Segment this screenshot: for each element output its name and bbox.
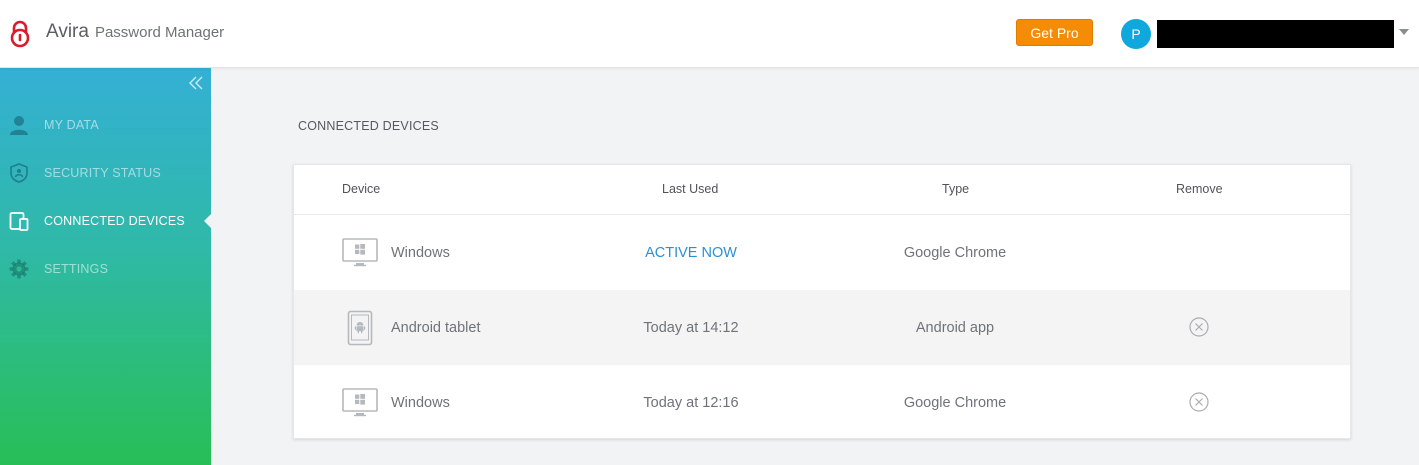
get-pro-button[interactable]: Get Pro [1016,19,1093,46]
redacted-username[interactable] [1157,20,1394,48]
device-type: Google Chrome [903,394,1007,411]
sidebar-item-settings[interactable]: SETTINGS [0,245,211,293]
chevron-down-icon[interactable] [1399,29,1409,35]
devices-table: Device Last Used Type Remove Windows ACT… [293,164,1351,439]
brand-sub: Password Manager [94,24,225,41]
column-header-type: Type [942,182,970,196]
device-name: Windows [391,244,450,261]
monitor-windows-icon [342,215,378,290]
sidebar-item-connected-devices[interactable]: CONNECTED DEVICES [0,197,211,245]
device-type: Google Chrome [903,244,1007,261]
sidebar-item-label: CONNECTED DEVICES [44,214,185,228]
active-indicator [204,214,211,228]
monitor-windows-icon [342,365,378,440]
brand-main: Avira [46,21,89,42]
brand-title: Avira Password Manager [46,21,224,43]
device-name: Windows [391,394,450,411]
sidebar-item-security-status[interactable]: SECURITY STATUS [0,149,211,197]
sidebar-item-label: SECURITY STATUS [44,166,161,180]
sidebar: MY DATA SECURITY STATUS CONNECTED DEVICE… [0,68,211,465]
column-header-last-used: Last Used [662,182,719,196]
sidebar-item-label: MY DATA [44,118,99,132]
device-name: Android tablet [391,319,481,336]
table-row: Android tablet Today at 14:12 Android ap… [294,290,1350,365]
last-used: ACTIVE NOW [645,244,737,261]
devices-icon [9,211,29,231]
top-bar: Avira Password Manager Get Pro P [0,0,1419,68]
last-used: Today at 12:16 [643,394,739,411]
collapse-sidebar-icon[interactable] [188,76,204,90]
avira-lock-logo-icon [10,20,30,48]
user-avatar[interactable]: P [1121,19,1151,49]
table-row: Windows Today at 12:16 Google Chrome [294,365,1350,440]
remove-device-icon[interactable] [1189,317,1209,337]
page-title: CONNECTED DEVICES [298,119,439,133]
table-header: Device Last Used Type Remove [294,165,1350,215]
column-header-device: Device [342,182,381,196]
column-header-remove: Remove [1176,182,1223,196]
tablet-android-icon [342,290,378,365]
device-type: Android app [915,319,995,336]
shield-icon [9,163,29,183]
remove-device-icon[interactable] [1189,392,1209,412]
table-row: Windows ACTIVE NOW Google Chrome [294,215,1350,290]
person-icon [9,115,29,135]
last-used: Today at 14:12 [643,319,739,336]
gear-icon [9,259,29,279]
sidebar-item-label: SETTINGS [44,262,109,276]
sidebar-item-my-data[interactable]: MY DATA [0,101,211,149]
